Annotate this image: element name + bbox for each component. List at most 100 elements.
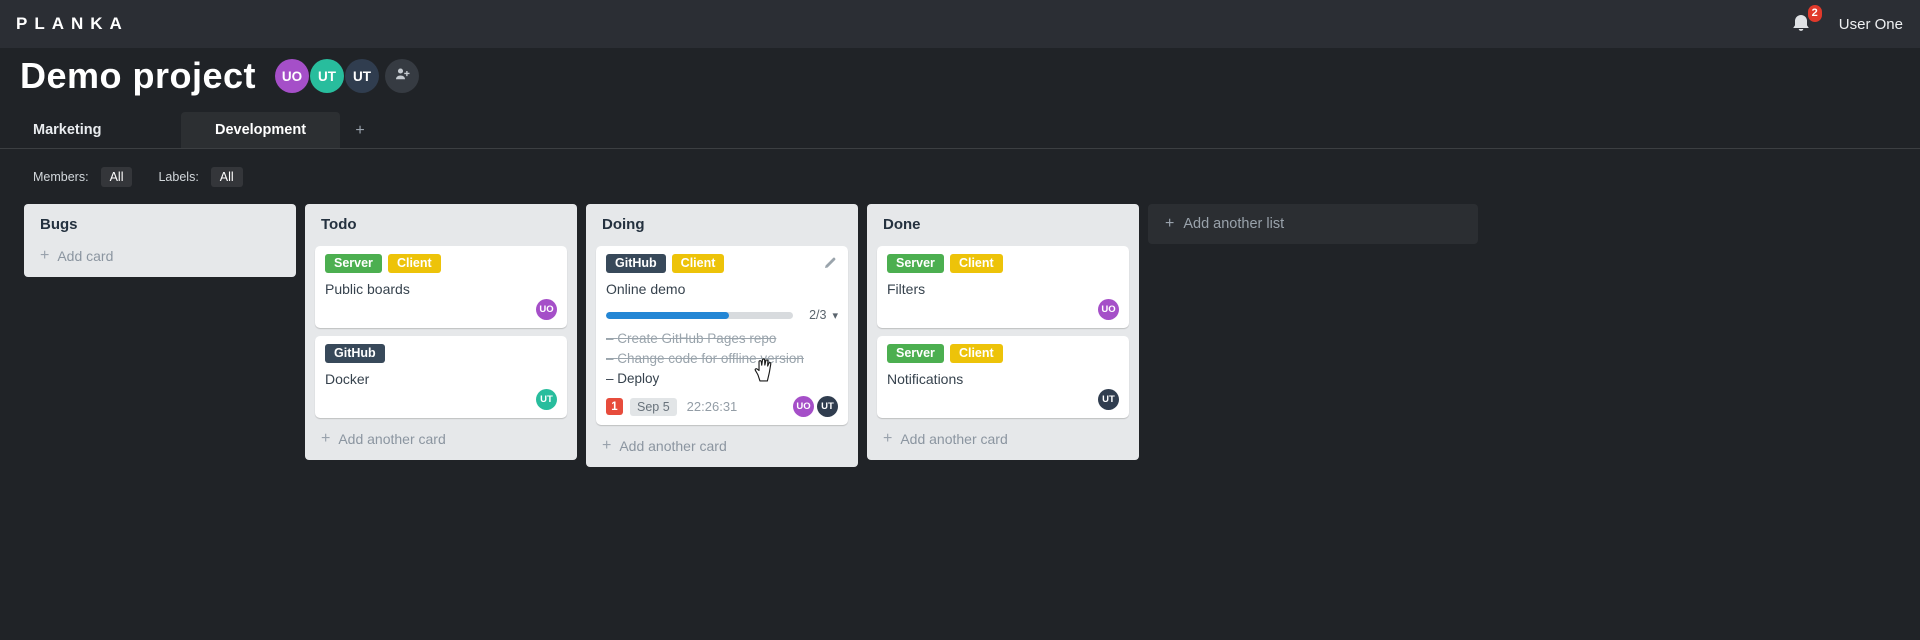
plus-icon xyxy=(355,119,364,139)
labels-filter-label: Labels: xyxy=(158,170,199,184)
card-label: Server xyxy=(887,254,944,273)
board: Bugs Add card Todo Server Client Public … xyxy=(24,204,1478,467)
add-card-button[interactable]: Add card xyxy=(40,247,286,265)
add-card-label: Add card xyxy=(57,248,114,264)
due-date-badge[interactable]: Sep 5 xyxy=(630,397,677,416)
card-title: Public boards xyxy=(325,281,410,297)
card-label: Client xyxy=(387,254,441,273)
list-title[interactable]: Doing xyxy=(602,216,848,233)
add-card-label: Add another card xyxy=(619,438,727,454)
card-label: Client xyxy=(671,254,725,273)
label-row: Server Client xyxy=(887,254,1119,273)
person-add-icon xyxy=(393,65,411,88)
topbar-right: 2 User One xyxy=(1789,5,1903,36)
label-row: Server Client xyxy=(325,254,557,273)
timer-value[interactable]: 22:26:31 xyxy=(687,399,738,414)
card-online-demo[interactable]: GitHub Client Online demo 2/3 Create Git… xyxy=(596,246,848,425)
avatar[interactable]: UT xyxy=(817,396,838,417)
card-label: Client xyxy=(949,254,1003,273)
card-label: Client xyxy=(949,344,1003,363)
add-card-label: Add another card xyxy=(900,431,1008,447)
notifications-button[interactable]: 2 xyxy=(1789,5,1822,36)
project-members: UO UT UT xyxy=(274,59,420,93)
progress-bar xyxy=(606,311,794,319)
card-filters[interactable]: Server Client Filters UO xyxy=(877,246,1129,328)
list-todo: Todo Server Client Public boards UO GitH… xyxy=(305,204,577,460)
card-stack: Server Client Filters UO Server Client N… xyxy=(877,246,1129,418)
avatar[interactable]: UT xyxy=(345,59,380,93)
members-filter-value[interactable]: All xyxy=(100,167,133,187)
list-title[interactable]: Todo xyxy=(321,216,567,233)
pencil-icon xyxy=(822,257,838,275)
chevron-down-icon[interactable] xyxy=(826,306,838,324)
card-notifications[interactable]: Server Client Notifications UT xyxy=(877,336,1129,418)
bell-icon xyxy=(1789,15,1813,40)
card-members: UT xyxy=(887,389,1119,410)
page-title[interactable]: Demo project xyxy=(20,55,256,97)
tab-marketing[interactable]: Marketing xyxy=(33,112,102,148)
progress-fill xyxy=(606,311,730,319)
planka-logo: PLANKA xyxy=(16,14,129,33)
avatar[interactable]: UO xyxy=(275,59,310,93)
card-members: UT xyxy=(325,389,557,410)
card-members: UO UT xyxy=(793,396,838,417)
plus-icon xyxy=(602,437,611,455)
user-menu[interactable]: User One xyxy=(1839,16,1903,33)
planka-app: PLANKA 2 User One Demo project UO UT UT xyxy=(0,0,1920,640)
task-item: Change code for offline version xyxy=(606,349,838,369)
task-item: Create GitHub Pages repo xyxy=(606,329,838,349)
project-header: Demo project UO UT UT xyxy=(20,55,420,97)
card-public-boards[interactable]: Server Client Public boards UO xyxy=(315,246,567,328)
card-members: UO xyxy=(887,299,1119,320)
add-list-label: Add another list xyxy=(1183,216,1285,232)
list-title[interactable]: Done xyxy=(883,216,1129,233)
tasks-progress: 2/3 xyxy=(606,306,838,324)
task-item: Deploy xyxy=(606,369,838,389)
card-docker[interactable]: GitHub Docker UT xyxy=(315,336,567,418)
list-bugs: Bugs Add card xyxy=(24,204,296,277)
edit-card-button[interactable] xyxy=(822,255,838,271)
plus-icon xyxy=(1165,215,1174,233)
progress-count: 2/3 xyxy=(809,308,827,322)
card-label: GitHub xyxy=(606,254,666,273)
add-another-card-button[interactable]: Add another card xyxy=(321,430,567,448)
plus-icon xyxy=(40,247,49,265)
card-title: Online demo xyxy=(606,281,686,297)
add-card-label: Add another card xyxy=(338,431,446,447)
card-label: GitHub xyxy=(325,344,385,363)
avatar[interactable]: UT xyxy=(536,389,557,410)
card-label: Server xyxy=(325,254,382,273)
avatar[interactable]: UO xyxy=(1098,299,1119,320)
list-title[interactable]: Bugs xyxy=(40,216,286,233)
tab-development[interactable]: Development xyxy=(181,112,340,148)
add-board-button[interactable] xyxy=(348,112,372,148)
avatar[interactable]: UT xyxy=(1098,389,1119,410)
avatar[interactable]: UO xyxy=(536,299,557,320)
members-filter-label: Members: xyxy=(33,170,89,184)
add-member-button[interactable] xyxy=(385,59,420,93)
card-footer: 1 Sep 5 22:26:31 UO UT xyxy=(606,396,838,417)
top-bar: PLANKA 2 User One xyxy=(0,0,1920,48)
label-row: GitHub Client xyxy=(606,254,838,273)
card-title: Docker xyxy=(325,371,370,387)
card-stack: Server Client Public boards UO GitHub Do… xyxy=(315,246,567,418)
board-tabs: Marketing Development xyxy=(0,112,1920,149)
list-doing: Doing GitHub Client Online demo 2/3 ▾ – … xyxy=(586,204,858,467)
list-done: Done Server Client Filters UO Server Cli… xyxy=(867,204,1139,460)
add-another-list-button[interactable]: Add another list xyxy=(1148,204,1478,244)
labels-filter-value[interactable]: All xyxy=(210,167,243,187)
filter-bar: Members: All Labels: All xyxy=(33,167,243,187)
add-another-card-button[interactable]: Add another card xyxy=(602,437,848,455)
card-members: UO xyxy=(325,299,557,320)
card-title: Notifications xyxy=(887,371,964,387)
plus-icon xyxy=(321,430,330,448)
card-notification-badge: 1 xyxy=(606,398,623,415)
notifications-badge: 2 xyxy=(1807,5,1822,22)
avatar[interactable]: UT xyxy=(310,59,345,93)
label-row: Server Client xyxy=(887,344,1119,363)
label-row: GitHub xyxy=(325,344,557,363)
card-label: Server xyxy=(887,344,944,363)
plus-icon xyxy=(883,430,892,448)
avatar[interactable]: UO xyxy=(793,396,814,417)
add-another-card-button[interactable]: Add another card xyxy=(883,430,1129,448)
